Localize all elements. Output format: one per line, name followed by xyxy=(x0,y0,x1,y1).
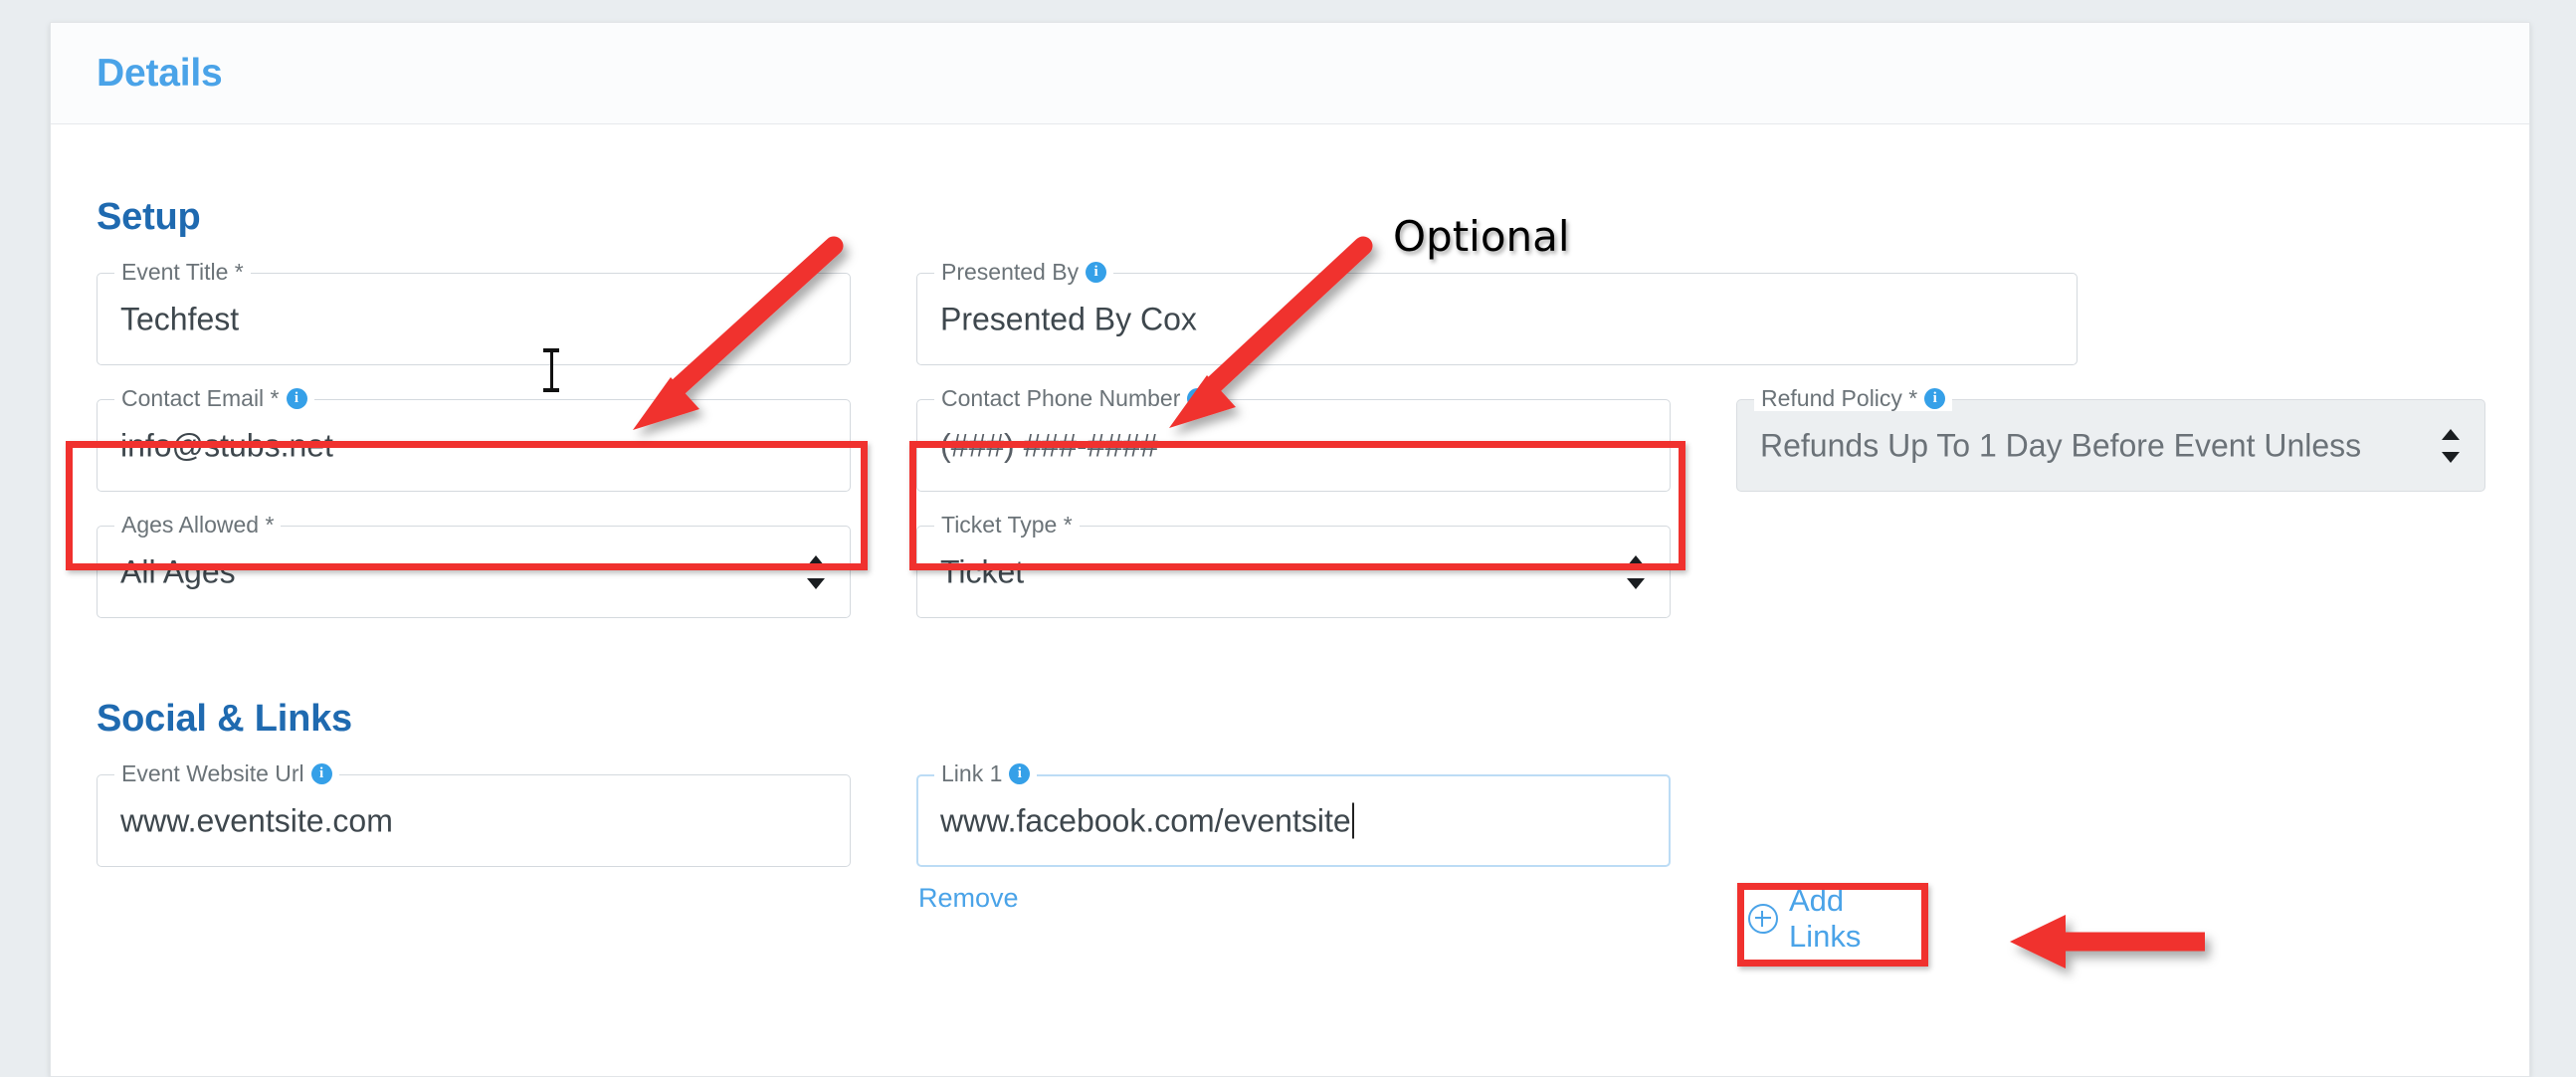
ticket-type-label-text: Ticket Type * xyxy=(941,512,1073,538)
contact-phone-input[interactable]: (###) ###-#### xyxy=(940,427,1158,464)
field-col-event-website: Event Website Url i www.eventsite.com xyxy=(97,741,851,914)
info-icon[interactable]: i xyxy=(1009,762,1031,784)
presented-by-label: Presented By i xyxy=(934,259,1114,285)
ticket-type-label: Ticket Type * xyxy=(934,512,1080,538)
event-title-field[interactable]: Event Title * Techfest xyxy=(97,259,851,365)
card-header: Details xyxy=(51,23,2529,124)
info-icon[interactable]: i xyxy=(310,762,332,784)
text-caret xyxy=(1351,802,1354,838)
ticket-type-select-value[interactable]: Ticket xyxy=(940,553,1024,590)
field-col-ticket-type: Ticket Type * Ticket xyxy=(916,492,1671,618)
event-website-url-input[interactable]: www.eventsite.com xyxy=(120,802,393,839)
setup-row-3: Ages Allowed * All Ages Ticket Type * Ti… xyxy=(97,492,2483,618)
section-title-social: Social & Links xyxy=(97,698,352,740)
card-body: Setup Event Title * Techfest Presented B… xyxy=(51,196,2529,1076)
contact-phone-label: Contact Phone Number i xyxy=(934,385,1216,411)
ages-allowed-field[interactable]: Ages Allowed * All Ages xyxy=(97,512,851,618)
link-1-input: www.facebook.com/eventsite xyxy=(940,802,1351,838)
section-title-setup: Setup xyxy=(97,196,201,238)
field-col-refund-policy: Refund Policy * i Refunds Up To 1 Day Be… xyxy=(1736,365,2485,492)
event-title-input[interactable]: Techfest xyxy=(120,301,239,337)
refund-policy-field[interactable]: Refund Policy * i Refunds Up To 1 Day Be… xyxy=(1736,385,2485,492)
event-title-label: Event Title * xyxy=(114,259,251,285)
chevron-updown-icon[interactable] xyxy=(1627,554,1645,589)
refund-policy-label-text: Refund Policy * xyxy=(1761,385,1918,411)
field-col-ages-allowed: Ages Allowed * All Ages xyxy=(97,492,851,618)
contact-email-input[interactable]: info@stubs.net xyxy=(120,427,333,464)
link-1-label: Link 1 i xyxy=(934,760,1038,786)
event-title-label-text: Event Title * xyxy=(121,259,244,285)
link-1-field[interactable]: Link 1 i www.facebook.com/eventsite xyxy=(916,760,1671,867)
page-title: Details xyxy=(97,51,223,95)
setup-row-1: Event Title * Techfest Presented By i Pr… xyxy=(97,239,2483,365)
event-website-url-label-text: Event Website Url xyxy=(121,760,304,786)
info-icon[interactable]: i xyxy=(286,387,307,409)
event-website-url-field[interactable]: Event Website Url i www.eventsite.com xyxy=(97,760,851,867)
ticket-type-field[interactable]: Ticket Type * Ticket xyxy=(916,512,1671,618)
contact-email-label-text: Contact Email * xyxy=(121,385,280,411)
field-col-contact-phone: Contact Phone Number i (###) ###-#### xyxy=(916,365,1671,492)
contact-email-field[interactable]: Contact Email * i info@stubs.net xyxy=(97,385,851,492)
ages-allowed-label-text: Ages Allowed * xyxy=(121,512,275,538)
contact-phone-label-text: Contact Phone Number xyxy=(941,385,1181,411)
field-col-link-1: Link 1 i www.facebook.com/eventsite Remo… xyxy=(916,741,1671,914)
contact-phone-field[interactable]: Contact Phone Number i (###) ###-#### xyxy=(916,385,1671,492)
refund-policy-label: Refund Policy * i xyxy=(1754,385,1953,411)
field-col-event-title: Event Title * Techfest xyxy=(97,239,851,365)
details-card: Details Setup Event Title * Techfest Pre… xyxy=(50,22,2530,1077)
plus-circle-icon xyxy=(1748,904,1778,934)
text-cursor-icon xyxy=(543,348,559,392)
refund-policy-select-value[interactable]: Refunds Up To 1 Day Before Event Unless xyxy=(1760,427,2361,464)
social-row-1: Event Website Url i www.eventsite.com Li… xyxy=(97,741,2483,914)
remove-link-1-button[interactable]: Remove xyxy=(918,883,1019,914)
link-1-input-wrapper[interactable]: www.facebook.com/eventsite xyxy=(940,802,1354,839)
add-links-button[interactable]: Add Links xyxy=(1747,882,1918,956)
annotation-label-optional: Optional xyxy=(1393,212,1570,261)
ages-allowed-label: Ages Allowed * xyxy=(114,512,282,538)
chevron-updown-icon[interactable] xyxy=(807,554,825,589)
event-website-url-label: Event Website Url i xyxy=(114,760,339,786)
add-links-label: Add Links xyxy=(1789,883,1862,954)
link-1-label-text: Link 1 xyxy=(941,760,1003,786)
chevron-updown-icon[interactable] xyxy=(2442,428,2460,463)
info-icon[interactable]: i xyxy=(1924,387,1946,409)
ages-allowed-select-value[interactable]: All Ages xyxy=(120,553,236,590)
setup-row-2: Contact Email * i info@stubs.net Contact… xyxy=(97,365,2485,492)
contact-email-label: Contact Email * i xyxy=(114,385,314,411)
info-icon[interactable]: i xyxy=(1187,387,1209,409)
presented-by-input[interactable]: Presented By Cox xyxy=(940,301,1197,337)
presented-by-label-text: Presented By xyxy=(941,259,1080,285)
field-outline xyxy=(916,526,1671,618)
info-icon[interactable]: i xyxy=(1086,261,1107,283)
field-col-contact-email: Contact Email * i info@stubs.net xyxy=(97,365,851,492)
presented-by-field[interactable]: Presented By i Presented By Cox xyxy=(916,259,2078,365)
